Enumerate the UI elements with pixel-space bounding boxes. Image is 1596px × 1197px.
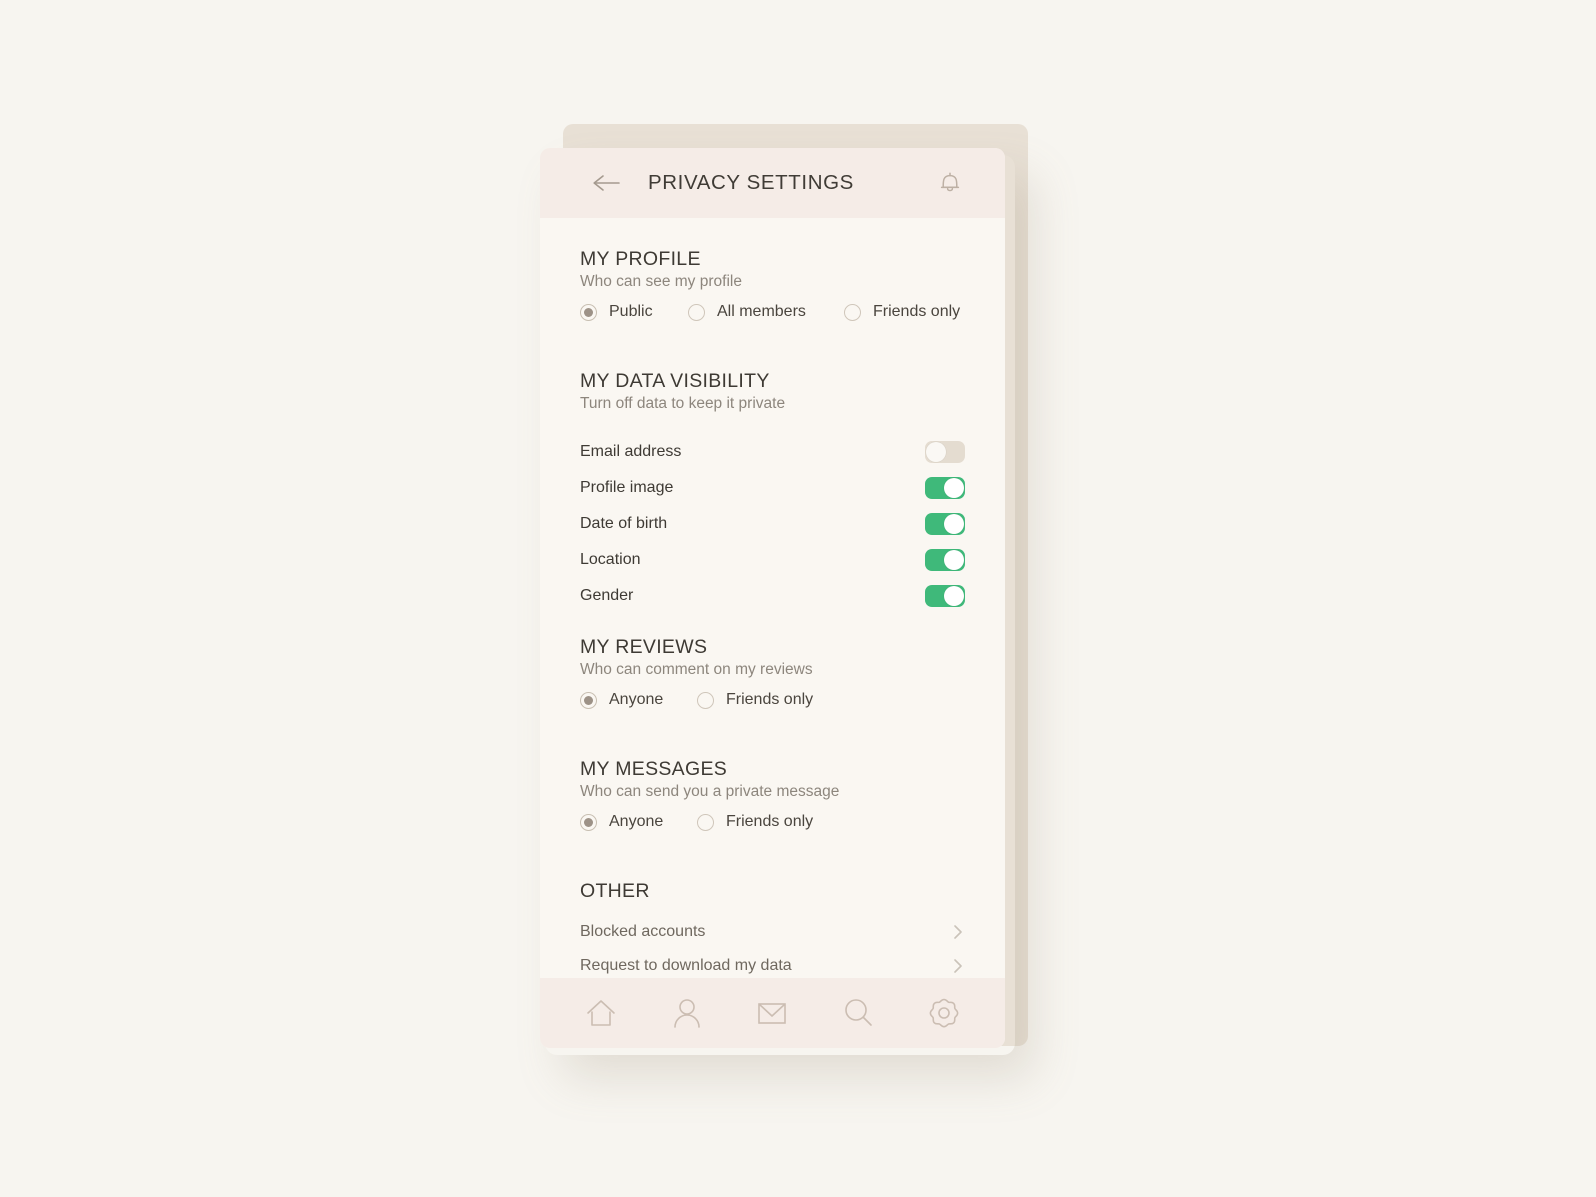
radio-option-messages-anyone[interactable]: Anyone bbox=[580, 813, 663, 831]
section-subtitle: Who can see my profile bbox=[580, 273, 742, 290]
back-arrow-icon bbox=[593, 175, 620, 191]
toggle-row-date-of-birth: Date of birth bbox=[580, 512, 965, 536]
radio-label: Friends only bbox=[726, 813, 814, 830]
toggle-label: Gender bbox=[580, 587, 634, 604]
radio-mark bbox=[580, 691, 597, 709]
radio-option-all-members[interactable]: All members bbox=[688, 303, 806, 321]
toggle-row-location: Location bbox=[580, 548, 965, 572]
radio-option-reviews-anyone[interactable]: Anyone bbox=[580, 691, 663, 709]
toggle-knob bbox=[926, 442, 946, 462]
toggle-label: Email address bbox=[580, 443, 682, 460]
radio-label: Public bbox=[609, 303, 653, 320]
notifications-button[interactable] bbox=[933, 166, 967, 200]
chevron-right-icon bbox=[954, 925, 962, 939]
nav-item-home[interactable] bbox=[577, 989, 625, 1037]
gear-icon bbox=[929, 998, 959, 1028]
nav-item-profile[interactable] bbox=[663, 989, 711, 1037]
reviews-comment-radio-group: Anyone Friends only bbox=[580, 691, 965, 721]
radio-label: Friends only bbox=[873, 303, 961, 320]
app-header: PRIVACY SETTINGS bbox=[540, 148, 1005, 218]
section-my-messages: MY MESSAGES Who can send you a private m… bbox=[580, 758, 965, 843]
radio-label: All members bbox=[717, 303, 806, 320]
toggle-knob bbox=[944, 478, 964, 498]
toggle-label: Date of birth bbox=[580, 515, 668, 532]
link-blocked-accounts[interactable]: Blocked accounts bbox=[580, 918, 965, 946]
nav-item-search[interactable] bbox=[834, 989, 882, 1037]
profile-visibility-radio-group: Public All members Friends only bbox=[580, 303, 965, 333]
radio-mark bbox=[580, 813, 597, 831]
toggle-email-address[interactable] bbox=[925, 441, 965, 463]
section-title: MY DATA VISIBILITY bbox=[580, 370, 770, 392]
section-title: MY REVIEWS bbox=[580, 636, 708, 658]
link-label: Request to download my data bbox=[580, 957, 792, 974]
radio-mark bbox=[697, 813, 714, 831]
section-other: OTHER bbox=[580, 880, 965, 905]
toggle-knob bbox=[944, 514, 964, 534]
toggle-profile-image[interactable] bbox=[925, 477, 965, 499]
section-my-profile: MY PROFILE Who can see my profile Public… bbox=[580, 248, 965, 333]
link-request-download-data[interactable]: Request to download my data bbox=[580, 952, 965, 980]
nav-item-settings[interactable] bbox=[920, 989, 968, 1037]
search-icon bbox=[845, 999, 873, 1026]
section-title: MY PROFILE bbox=[580, 248, 701, 270]
section-subtitle: Turn off data to keep it private bbox=[580, 395, 786, 412]
back-button[interactable] bbox=[590, 167, 622, 199]
radio-label: Friends only bbox=[726, 691, 814, 708]
radio-option-friends-only[interactable]: Friends only bbox=[844, 303, 960, 321]
toggle-row-gender: Gender bbox=[580, 584, 965, 608]
page-title: PRIVACY SETTINGS bbox=[648, 171, 854, 194]
section-title: OTHER bbox=[580, 880, 650, 902]
radio-mark bbox=[580, 303, 597, 321]
toggle-knob bbox=[944, 586, 964, 606]
radio-mark bbox=[844, 303, 861, 321]
messages-radio-group: Anyone Friends only bbox=[580, 813, 965, 843]
home-icon bbox=[587, 1000, 615, 1026]
radio-mark bbox=[688, 303, 705, 321]
toggle-row-profile-image: Profile image bbox=[580, 476, 965, 500]
radio-option-public[interactable]: Public bbox=[580, 303, 653, 321]
toggle-location[interactable] bbox=[925, 549, 965, 571]
nav-item-messages[interactable] bbox=[748, 989, 796, 1037]
settings-body: MY PROFILE Who can see my profile Public… bbox=[540, 218, 1005, 978]
section-subtitle: Who can send you a private message bbox=[580, 783, 840, 800]
bottom-navigation-bar bbox=[540, 978, 1005, 1048]
link-label: Blocked accounts bbox=[580, 923, 706, 940]
radio-label: Anyone bbox=[609, 813, 664, 830]
chevron-right-icon bbox=[954, 959, 962, 973]
toggle-knob bbox=[944, 550, 964, 570]
section-subtitle: Who can comment on my reviews bbox=[580, 661, 813, 678]
profile-icon bbox=[673, 999, 700, 1028]
section-my-reviews: MY REVIEWS Who can comment on my reviews… bbox=[580, 636, 965, 721]
radio-option-reviews-friends-only[interactable]: Friends only bbox=[697, 691, 813, 709]
toggle-label: Location bbox=[580, 551, 641, 568]
radio-mark bbox=[697, 691, 714, 709]
section-my-data-visibility: MY DATA VISIBILITY Turn off data to keep… bbox=[580, 370, 965, 413]
toggle-row-email-address: Email address bbox=[580, 440, 965, 464]
section-title: MY MESSAGES bbox=[580, 758, 728, 780]
radio-label: Anyone bbox=[609, 691, 664, 708]
mail-icon bbox=[758, 1003, 787, 1024]
toggle-date-of-birth[interactable] bbox=[925, 513, 965, 535]
privacy-settings-card: PRIVACY SETTINGS MY PROFILE Who can see … bbox=[540, 148, 1005, 1048]
radio-option-messages-friends-only[interactable]: Friends only bbox=[697, 813, 813, 831]
screen: PRIVACY SETTINGS MY PROFILE Who can see … bbox=[0, 0, 1596, 1197]
bell-icon bbox=[940, 172, 960, 192]
toggle-label: Profile image bbox=[580, 479, 674, 496]
toggle-gender[interactable] bbox=[925, 585, 965, 607]
